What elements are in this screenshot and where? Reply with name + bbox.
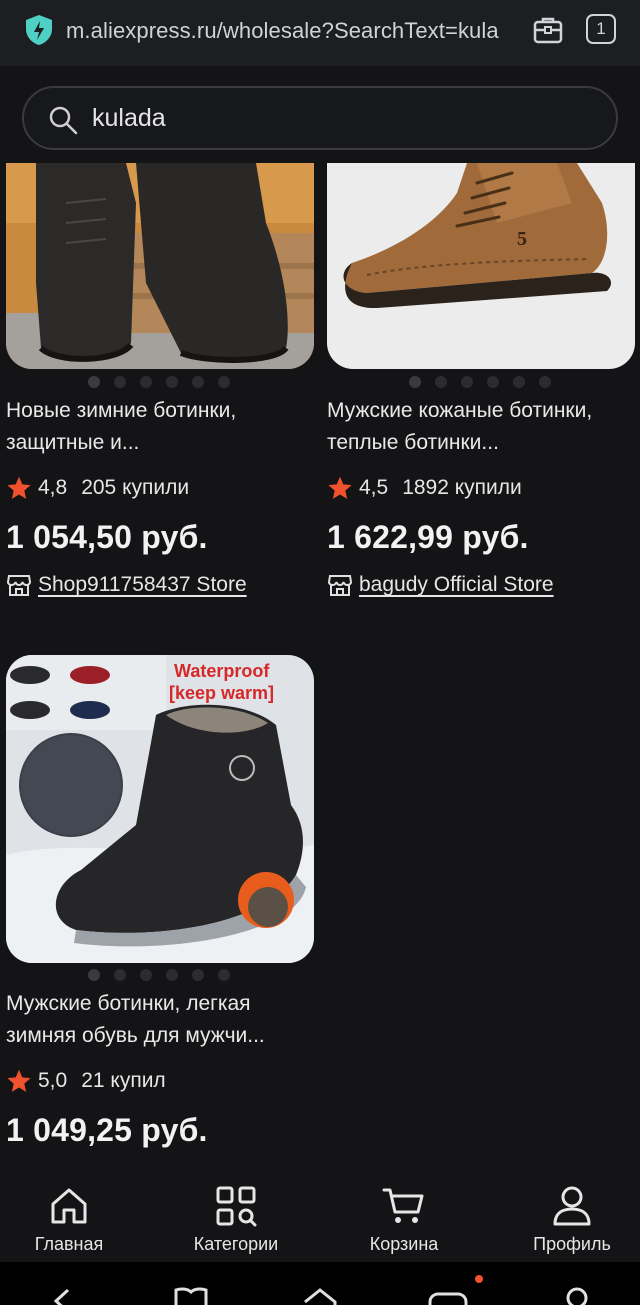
star-icon <box>7 1069 31 1092</box>
search-icon <box>49 106 78 135</box>
search-query-text: kulada <box>92 104 166 132</box>
nav-categories-label: Категории <box>193 1234 279 1254</box>
product-card[interactable]: Новые зимние ботинки, защитные и... 4,8 … <box>6 163 314 623</box>
image-label-waterproof: Waterproof <box>174 661 270 681</box>
image-carousel-dots <box>88 376 230 388</box>
nav-categories[interactable]: Категории <box>186 1184 286 1255</box>
notification-dot <box>475 1275 483 1283</box>
svg-text:5: 5 <box>517 228 527 250</box>
nav-home-label: Главная <box>34 1234 104 1254</box>
search-bar-container: kulada <box>0 66 640 163</box>
sold-count: 1892 купили <box>402 476 522 499</box>
product-price: 1 054,50 руб. <box>6 519 208 555</box>
browser-address-bar: m.aliexpress.ru/wholesale?SearchText=kul… <box>0 0 640 66</box>
shield-icon[interactable] <box>24 14 54 46</box>
rating-value: 4,8 <box>38 476 68 499</box>
product-image[interactable]: Waterproof [keep warm] <box>6 655 314 963</box>
rating-value: 5,0 <box>38 1069 68 1092</box>
system-navigation-bar <box>0 1262 640 1305</box>
profile-button-icon[interactable] <box>562 1286 592 1305</box>
product-price: 1 622,99 руб. <box>327 519 529 555</box>
url-field[interactable]: m.aliexpress.ru/wholesale?SearchText=kul… <box>66 18 499 44</box>
nav-profile-label: Профиль <box>533 1234 611 1254</box>
tabs-counter-button[interactable]: 1 <box>586 14 616 44</box>
product-title[interactable]: Мужские ботинки, легкая зимняя обувь для… <box>6 988 316 1052</box>
sold-count: 21 купил <box>81 1069 166 1092</box>
image-label-keep-warm: [keep warm] <box>169 683 274 703</box>
profile-icon <box>553 1186 591 1226</box>
store-name[interactable]: bagudy Official Store <box>359 573 554 597</box>
bookmarks-icon[interactable] <box>174 1286 208 1305</box>
back-icon[interactable] <box>48 1286 78 1305</box>
cart-icon <box>382 1188 424 1223</box>
rating-value: 4,5 <box>359 476 389 499</box>
sold-count: 205 купили <box>81 476 190 499</box>
star-icon <box>7 476 31 499</box>
product-image[interactable] <box>6 163 314 369</box>
image-carousel-dots <box>88 969 230 981</box>
categories-icon <box>216 1186 257 1227</box>
store-link[interactable]: bagudy Official Store <box>327 573 554 597</box>
nav-profile[interactable]: Профиль <box>528 1184 616 1255</box>
nav-cart[interactable]: Корзина <box>364 1184 444 1255</box>
product-rating: 4,8 205 купили <box>6 475 189 501</box>
home-icon <box>51 1188 87 1224</box>
store-icon <box>327 575 353 596</box>
product-image[interactable]: 5 <box>327 163 635 369</box>
product-card[interactable]: Waterproof [keep warm] Мужские ботинки, … <box>6 655 314 1165</box>
product-rating: 4,5 1892 купили <box>327 475 522 501</box>
nav-home[interactable]: Главная <box>30 1184 108 1255</box>
store-link[interactable]: Shop911758437 Store <box>6 573 247 597</box>
product-card[interactable]: 5 Мужские кожаные ботинки, теплые ботинк… <box>327 163 635 623</box>
games-icon[interactable] <box>428 1286 468 1305</box>
star-icon <box>328 476 352 499</box>
search-input[interactable]: kulada <box>22 86 618 150</box>
nav-cart-label: Корзина <box>369 1234 439 1254</box>
product-title[interactable]: Новые зимние ботинки, защитные и... <box>6 395 316 459</box>
store-name[interactable]: Shop911758437 Store <box>38 573 247 597</box>
home-button-icon[interactable] <box>302 1286 338 1305</box>
briefcase-icon[interactable] <box>532 14 564 46</box>
product-price: 1 049,25 руб. <box>6 1112 208 1148</box>
product-rating: 5,0 21 купил <box>6 1068 166 1094</box>
bottom-navigation: Главная Категории Корзина Профиль <box>0 1170 640 1262</box>
image-carousel-dots <box>409 376 551 388</box>
store-icon <box>6 575 32 596</box>
product-title[interactable]: Мужские кожаные ботинки, теплые ботинки.… <box>327 395 637 459</box>
